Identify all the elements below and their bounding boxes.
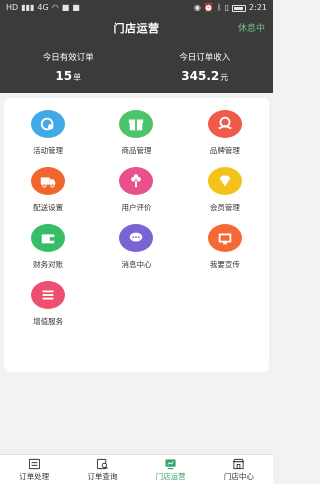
vibrate-icon: ▯ <box>224 3 230 12</box>
tab-store-center[interactable]: 门店中心 <box>205 455 273 484</box>
tv-icon <box>207 224 242 252</box>
truck-icon <box>31 167 66 195</box>
menu-item-goods[interactable]: 商品管理 <box>92 110 180 167</box>
bluetooth-icon: ᛒ <box>216 3 222 12</box>
header-area: HD ▮▮▮ 4G ◠ ■ ■ ◉ ⏰ ᛒ ▯ 2:21 门店运营 休息中 今日… <box>0 0 273 93</box>
menu-label: 用户评价 <box>121 203 152 212</box>
menu-item-messages[interactable]: 消息中心 <box>92 224 180 281</box>
menu-label: 商品管理 <box>121 146 152 155</box>
network-label: 4G <box>37 3 49 12</box>
menu-item-brand[interactable]: 品牌管理 <box>181 110 269 167</box>
brand-icon <box>207 110 242 138</box>
tab-label: 门店中心 <box>223 471 254 481</box>
function-grid: 活动管理 商品管理 品牌管理 配送设置 用户评价 会员管理 财务对账 消息中心 … <box>4 98 269 338</box>
menu-item-members[interactable]: 会员管理 <box>181 167 269 224</box>
tab-order-process[interactable]: 订单处理 <box>0 455 68 484</box>
gift-icon <box>119 110 154 138</box>
tab-order-search[interactable]: 订单查询 <box>68 455 136 484</box>
order-search-icon <box>96 458 109 470</box>
stat-label: 今日订单收入 <box>179 52 231 63</box>
rest-status-button[interactable]: 休息中 <box>238 21 265 34</box>
menu-label: 消息中心 <box>121 260 152 269</box>
stat-label: 今日有效订单 <box>42 52 94 63</box>
stat-value: 345.2元 <box>181 68 229 83</box>
tab-store-operations[interactable]: 门店运营 <box>137 455 205 484</box>
function-card: 活动管理 商品管理 品牌管理 配送设置 用户评价 会员管理 财务对账 消息中心 … <box>4 98 269 372</box>
store-ops-icon <box>164 458 177 470</box>
list-icon <box>31 281 66 309</box>
wallet-icon <box>31 224 66 252</box>
menu-item-value-added[interactable]: 增值服务 <box>4 281 92 338</box>
wifi-icon: ◠ <box>51 3 59 12</box>
message-icon <box>119 224 154 252</box>
stats-row: 今日有效订单 15单 今日订单收入 345.2元 <box>0 40 273 93</box>
tab-label: 订单查询 <box>87 471 118 481</box>
flower-icon <box>119 167 154 195</box>
app-notification-icon: ■ <box>61 3 70 12</box>
title-bar: 门店运营 休息中 <box>0 16 273 40</box>
menu-item-delivery[interactable]: 配送设置 <box>4 167 92 224</box>
menu-label: 会员管理 <box>209 203 240 212</box>
menu-label: 品牌管理 <box>209 146 240 155</box>
menu-label: 配送设置 <box>33 203 64 212</box>
carrier-label: HD <box>6 3 19 12</box>
stat-order-income[interactable]: 今日订单收入 345.2元 <box>137 40 274 93</box>
stat-value: 15单 <box>55 68 82 83</box>
diamond-icon <box>207 167 242 195</box>
menu-label: 财务对账 <box>33 260 64 269</box>
bottom-navigation: 订单处理 订单查询 门店运营 门店中心 <box>0 454 273 484</box>
order-process-icon <box>28 458 41 470</box>
store-center-icon <box>232 458 245 470</box>
app-notification-icon-2: ■ <box>72 3 80 12</box>
page-title: 门店运营 <box>113 22 160 35</box>
tab-label: 订单处理 <box>19 471 50 481</box>
menu-item-activity[interactable]: 活动管理 <box>4 110 92 167</box>
eye-icon: ◉ <box>193 3 201 12</box>
tab-label: 门店运营 <box>155 471 186 481</box>
menu-label: 增值服务 <box>33 317 64 326</box>
menu-item-finance[interactable]: 财务对账 <box>4 224 92 281</box>
signal-icon: ▮▮▮ <box>21 3 35 12</box>
battery-icon <box>232 4 247 12</box>
status-bar: HD ▮▮▮ 4G ◠ ■ ■ ◉ ⏰ ᛒ ▯ 2:21 <box>0 0 273 16</box>
clock-time: 2:21 <box>249 3 267 12</box>
activity-icon <box>31 110 66 138</box>
menu-label: 我要宣传 <box>209 260 240 269</box>
menu-item-reviews[interactable]: 用户评价 <box>92 167 180 224</box>
menu-item-promote[interactable]: 我要宣传 <box>181 224 269 281</box>
menu-label: 活动管理 <box>33 146 64 155</box>
stat-valid-orders[interactable]: 今日有效订单 15单 <box>0 40 137 93</box>
alarm-icon: ⏰ <box>203 3 214 12</box>
